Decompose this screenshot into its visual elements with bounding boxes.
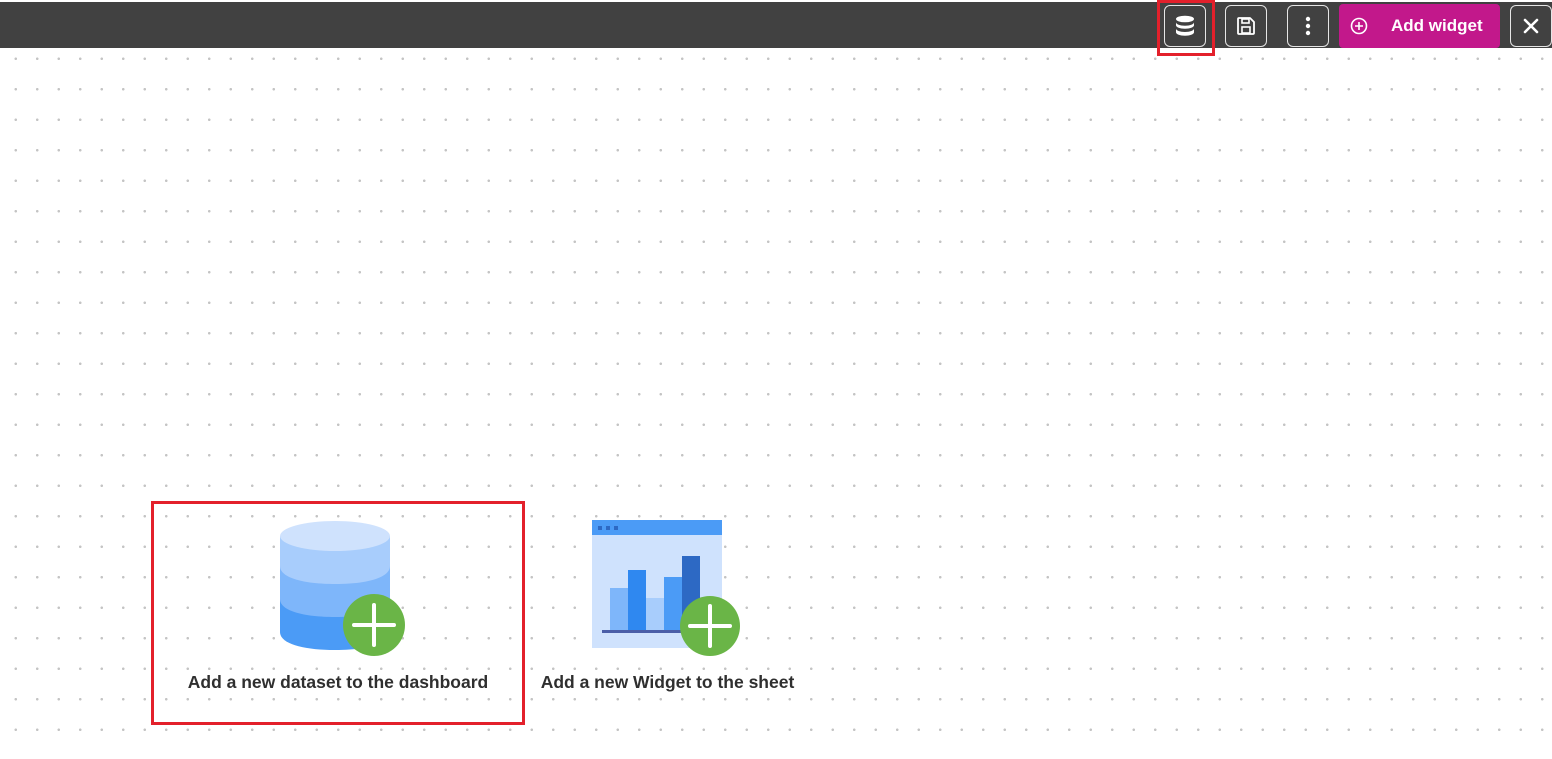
more-vertical-icon <box>1305 16 1311 36</box>
add-widget-card-label: Add a new Widget to the sheet <box>540 672 795 692</box>
save-button[interactable] <box>1225 5 1267 47</box>
top-toolbar: Add widget <box>0 2 1552 48</box>
close-icon <box>1523 18 1539 34</box>
dashboard-editor: Add widget Add a new dataset to the dash… <box>0 0 1552 759</box>
add-widget-button[interactable]: Add widget <box>1339 4 1500 48</box>
add-widget-label: Add widget <box>1391 16 1483 35</box>
more-options-button[interactable] <box>1287 5 1329 47</box>
plus-circle-icon <box>1350 17 1368 40</box>
add-widget-card[interactable]: Add a new Widget to the sheet <box>530 503 805 723</box>
dataset-button[interactable] <box>1164 5 1206 47</box>
add-dataset-label: Add a new dataset to the dashboard <box>187 672 489 692</box>
add-dataset-card[interactable]: Add a new dataset to the dashboard <box>153 503 523 723</box>
floppy-disk-icon <box>1236 16 1256 36</box>
close-button[interactable] <box>1510 5 1552 47</box>
database-icon <box>1175 15 1195 37</box>
